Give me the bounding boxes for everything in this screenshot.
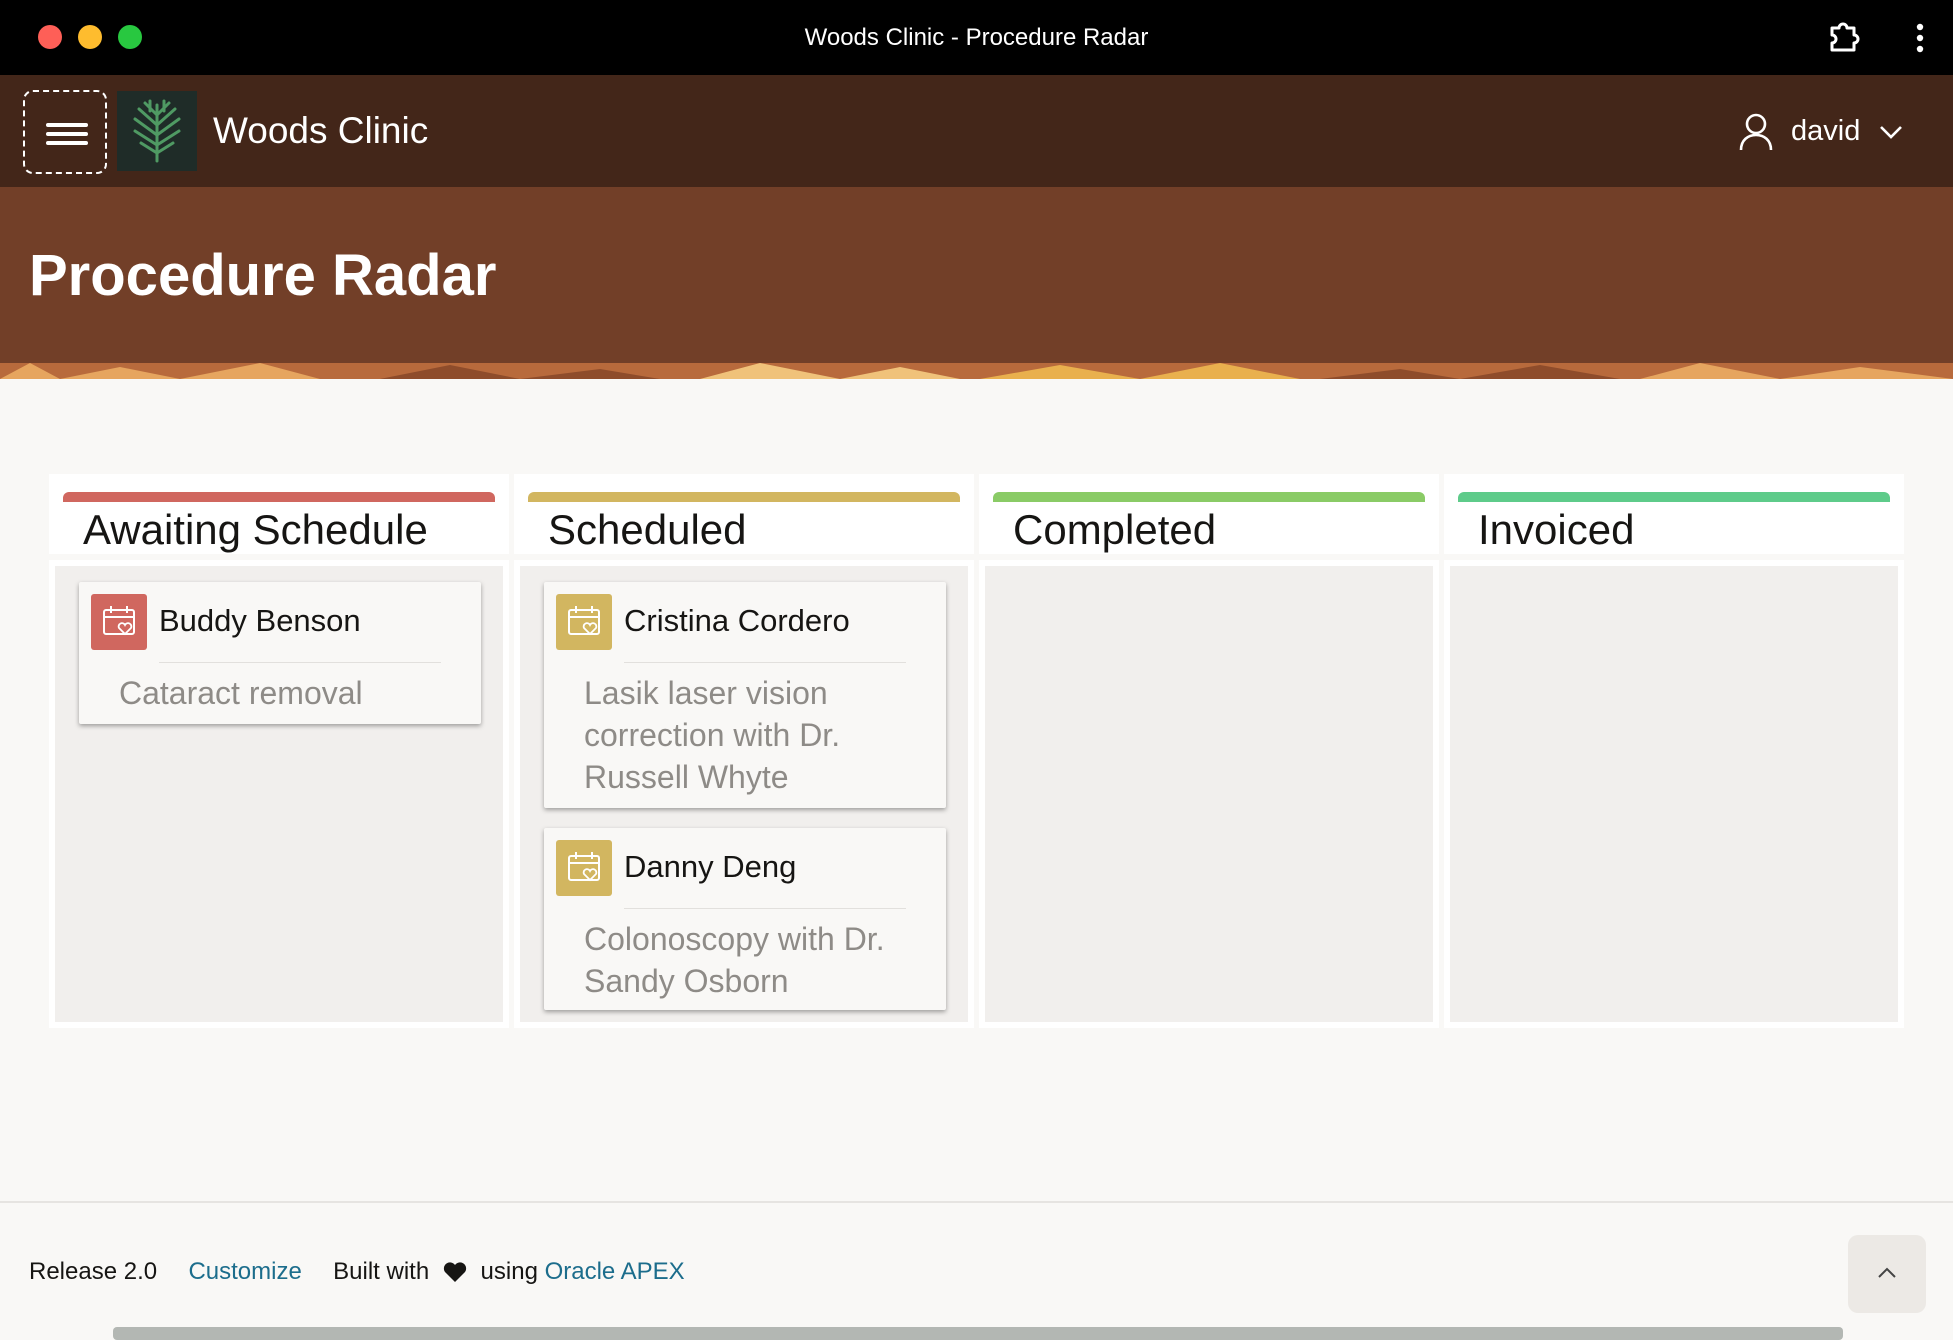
status-color-bar — [528, 492, 960, 502]
using-text: using — [480, 1258, 538, 1285]
chevron-up-icon — [1878, 1267, 1896, 1278]
navigation-menu-button[interactable] — [23, 90, 107, 174]
scroll-to-top-button[interactable] — [1848, 1235, 1926, 1313]
heart-icon — [443, 1262, 466, 1282]
column-title: Completed — [1013, 506, 1217, 553]
column-drop-area[interactable]: Buddy Benson Cataract removal — [49, 560, 509, 1028]
more-options-icon[interactable] — [1908, 18, 1932, 58]
tree-logo-icon — [133, 99, 181, 163]
calendar-heart-icon — [556, 840, 612, 896]
decorative-pattern — [0, 363, 1953, 379]
procedure-description: Cataract removal — [119, 675, 363, 711]
user-menu-name[interactable]: david — [1791, 75, 1860, 187]
divider — [624, 908, 906, 909]
clinic-logo — [117, 91, 197, 171]
built-with-text: Built with — [333, 1258, 430, 1285]
page-title: Procedure Radar — [29, 243, 497, 308]
board-column-scheduled: Scheduled Cristina Cordero Lasik laser v… — [514, 474, 974, 1028]
app-brand-name[interactable]: Woods Clinic — [213, 75, 428, 187]
divider — [624, 662, 906, 663]
app-header: Woods Clinic david — [0, 75, 1953, 187]
patient-name: Danny Deng — [624, 849, 797, 884]
page-footer: Release 2.0 Customize Built with using O… — [29, 1258, 685, 1286]
board-column-invoiced: Invoiced — [1444, 474, 1904, 1028]
chevron-down-icon[interactable] — [1878, 119, 1904, 145]
customize-link[interactable]: Customize — [188, 1258, 301, 1285]
procedure-card[interactable]: Danny Deng Colonoscopy with Dr. Sandy Os… — [544, 828, 946, 1010]
procedure-description: Lasik laser vision correction with Dr. R… — [584, 675, 841, 795]
column-title: Scheduled — [548, 506, 747, 553]
board-column-completed: Completed — [979, 474, 1439, 1028]
procedure-description: Colonoscopy with Dr. Sandy Osborn — [584, 921, 885, 999]
status-color-bar — [993, 492, 1425, 502]
release-version: Release 2.0 — [29, 1258, 158, 1285]
procedure-card[interactable]: Cristina Cordero Lasik laser vision corr… — [544, 582, 946, 808]
status-color-bar — [63, 492, 495, 502]
calendar-heart-icon — [91, 594, 147, 650]
status-color-bar — [1458, 492, 1890, 502]
column-title: Invoiced — [1478, 506, 1635, 553]
column-drop-area[interactable] — [1444, 560, 1904, 1028]
oracle-apex-link[interactable]: Oracle APEX — [545, 1258, 685, 1285]
footer-divider — [0, 1201, 1953, 1203]
column-drop-area[interactable] — [979, 560, 1439, 1028]
calendar-heart-icon — [556, 594, 612, 650]
divider — [159, 662, 441, 663]
horizontal-scrollbar[interactable] — [113, 1327, 1843, 1340]
patient-name: Buddy Benson — [159, 603, 361, 638]
page-hero: Procedure Radar — [0, 187, 1953, 379]
patient-name: Cristina Cordero — [624, 603, 850, 638]
column-drop-area[interactable]: Cristina Cordero Lasik laser vision corr… — [514, 560, 974, 1028]
column-header: Awaiting Schedule — [49, 474, 509, 554]
window-titlebar: Woods Clinic - Procedure Radar — [0, 0, 1953, 75]
window-title: Woods Clinic - Procedure Radar — [804, 24, 1149, 51]
user-icon[interactable] — [1738, 112, 1774, 152]
column-header: Completed — [979, 474, 1439, 554]
procedure-card[interactable]: Buddy Benson Cataract removal — [79, 582, 481, 724]
extension-icon[interactable] — [1824, 18, 1864, 58]
board-column-awaiting-schedule: Awaiting Schedule Buddy Benson Cataract … — [49, 474, 509, 1028]
column-title: Awaiting Schedule — [83, 506, 428, 553]
column-header: Invoiced — [1444, 474, 1904, 554]
column-header: Scheduled — [514, 474, 974, 554]
